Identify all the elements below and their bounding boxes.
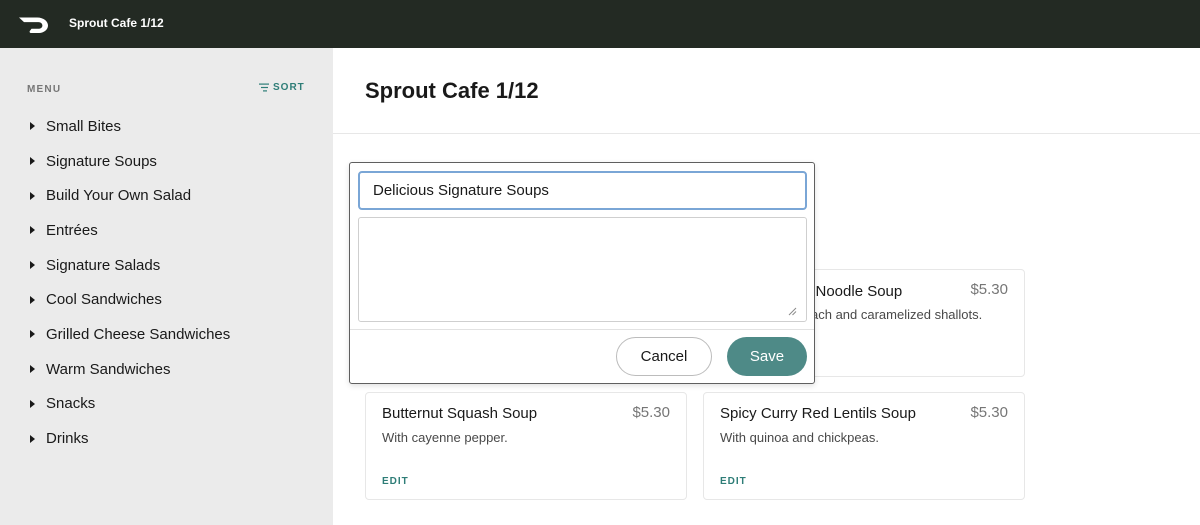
caret-right-icon: [30, 261, 35, 270]
category-entrees[interactable]: Entrées: [0, 213, 333, 248]
caret-right-icon: [30, 330, 35, 339]
category-cool-sandwiches[interactable]: Cool Sandwiches: [0, 282, 333, 317]
menu-heading: MENU: [27, 84, 62, 95]
category-snacks[interactable]: Snacks: [0, 387, 333, 422]
sort-button[interactable]: SORT: [259, 82, 305, 93]
category-small-bites[interactable]: Small Bites: [0, 109, 333, 144]
category-label: Cool Sandwiches: [46, 291, 162, 309]
item-price: $5.30: [632, 404, 670, 421]
item-description: With cayenne pepper.: [382, 430, 508, 445]
caret-right-icon: [30, 399, 35, 408]
page-title: Sprout Cafe 1/12: [365, 78, 539, 103]
edit-button[interactable]: EDIT: [382, 476, 409, 487]
caret-right-icon: [30, 157, 35, 166]
item-name: Butternut Squash Soup: [382, 405, 538, 422]
edit-button[interactable]: EDIT: [720, 476, 747, 487]
category-grilled-cheese-sandwiches[interactable]: Grilled Cheese Sandwiches: [0, 317, 333, 352]
caret-right-icon: [30, 295, 35, 304]
category-description-textarea[interactable]: [358, 217, 807, 322]
category-name-input[interactable]: [358, 171, 807, 210]
item-name: Spicy Curry Red Lentils Soup: [720, 405, 916, 422]
category-build-your-own-salad[interactable]: Build Your Own Salad: [0, 178, 333, 213]
header-divider: [333, 133, 1200, 134]
category-label: Warm Sandwiches: [46, 360, 171, 378]
category-warm-sandwiches[interactable]: Warm Sandwiches: [0, 352, 333, 387]
item-card[interactable]: Butternut Squash Soup $5.30 With cayenne…: [365, 392, 687, 500]
category-label: Grilled Cheese Sandwiches: [46, 325, 231, 343]
doordash-logo-icon[interactable]: [18, 14, 50, 34]
popover-divider: [350, 329, 814, 330]
sort-label: SORT: [273, 82, 305, 93]
top-bar: Sprout Cafe 1/12: [0, 0, 1200, 48]
category-label: Entrées: [46, 221, 98, 239]
menu-sidebar: MENU SORT Small Bites Signature Soups Bu…: [0, 48, 333, 525]
caret-right-icon: [30, 122, 35, 131]
item-card[interactable]: Spicy Curry Red Lentils Soup $5.30 With …: [703, 392, 1025, 500]
category-label: Signature Salads: [46, 256, 161, 274]
category-label: Signature Soups: [46, 152, 157, 170]
caret-right-icon: [30, 365, 35, 374]
edit-category-popover: Cancel Save: [349, 162, 815, 384]
category-drinks[interactable]: Drinks: [0, 421, 333, 456]
caret-right-icon: [30, 191, 35, 200]
resize-grip-icon[interactable]: [787, 306, 797, 316]
caret-right-icon: [30, 434, 35, 443]
category-label: Snacks: [46, 395, 96, 413]
store-name[interactable]: Sprout Cafe 1/12: [69, 16, 164, 30]
item-description: With quinoa and chickpeas.: [720, 430, 879, 445]
item-description: ach and caramelized shallots.: [811, 307, 983, 322]
cancel-button[interactable]: Cancel: [616, 337, 712, 376]
category-list: Small Bites Signature Soups Build Your O…: [0, 109, 333, 456]
category-label: Small Bites: [46, 117, 122, 135]
item-price: $5.30: [970, 281, 1008, 298]
save-button[interactable]: Save: [727, 337, 807, 376]
category-signature-soups[interactable]: Signature Soups: [0, 144, 333, 179]
category-signature-salads[interactable]: Signature Salads: [0, 248, 333, 283]
category-label: Drinks: [46, 430, 89, 448]
caret-right-icon: [30, 226, 35, 235]
category-label: Build Your Own Salad: [46, 187, 192, 205]
item-price: $5.30: [970, 404, 1008, 421]
item-name: n Noodle Soup: [803, 283, 903, 300]
sort-lines-icon: [259, 83, 269, 92]
